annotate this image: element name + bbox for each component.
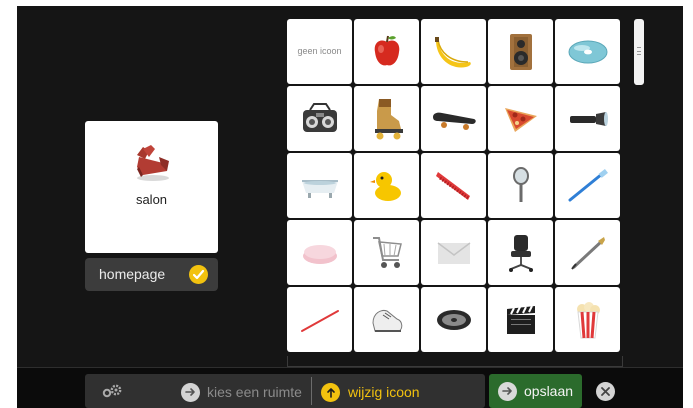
homepage-label: homepage bbox=[99, 266, 166, 282]
arrow-right-icon bbox=[181, 382, 200, 402]
gear-icon[interactable] bbox=[101, 383, 123, 404]
icon-tile-banana[interactable] bbox=[421, 19, 486, 84]
step-choose-room[interactable]: kies een ruimte bbox=[181, 382, 302, 402]
shopping-cart-icon bbox=[372, 236, 402, 268]
flashlight-icon bbox=[569, 111, 608, 126]
step-change-icon[interactable]: wijzig icoon bbox=[321, 382, 420, 402]
close-icon[interactable] bbox=[596, 382, 615, 401]
icon-tile-pencil[interactable] bbox=[287, 287, 352, 352]
icon-tile-none[interactable]: geen icoon bbox=[287, 19, 352, 84]
icon-tile-comb[interactable] bbox=[421, 153, 486, 218]
mirror-icon bbox=[512, 166, 529, 202]
icon-tile-speaker[interactable] bbox=[488, 19, 553, 84]
clapperboard-icon bbox=[506, 305, 535, 334]
step-choose-room-label: kies een ruimte bbox=[207, 384, 302, 400]
envelope-icon bbox=[437, 241, 470, 264]
step-divider bbox=[311, 377, 312, 405]
homepage-toggle[interactable]: homepage bbox=[85, 258, 218, 291]
checkmark-icon bbox=[189, 265, 208, 284]
icon-tile-roller-skate[interactable] bbox=[354, 86, 419, 151]
icon-tile-office-chair[interactable] bbox=[488, 220, 553, 285]
icon-grid: geen icoon bbox=[287, 19, 623, 356]
office-chair-icon bbox=[508, 234, 533, 272]
icon-tile-cd[interactable] bbox=[555, 19, 620, 84]
no-icon-label: geen icoon bbox=[297, 46, 342, 56]
banana-icon bbox=[434, 36, 471, 67]
icon-tile-soap[interactable] bbox=[287, 220, 352, 285]
grid-scrollbar[interactable] bbox=[634, 19, 644, 85]
icon-tile-mirror[interactable] bbox=[488, 153, 553, 218]
pizza-slice-icon bbox=[504, 107, 537, 132]
speaker-icon bbox=[509, 33, 532, 70]
icon-tile-shopping-cart[interactable] bbox=[354, 220, 419, 285]
icon-tile-film-reel[interactable] bbox=[421, 287, 486, 352]
apple-icon bbox=[374, 35, 399, 65]
rubber-duck-icon bbox=[369, 171, 401, 201]
bottom-toolbar: kies een ruimte wijzig icoon opslaan bbox=[17, 367, 683, 408]
icon-tile-flashlight[interactable] bbox=[555, 86, 620, 151]
skateboard-icon bbox=[432, 112, 476, 130]
icon-tile-bathtub[interactable] bbox=[287, 153, 352, 218]
armchair-icon bbox=[137, 145, 169, 181]
fountain-pen-icon bbox=[570, 236, 605, 270]
icon-tile-boombox[interactable] bbox=[287, 86, 352, 151]
icon-tile-skateboard[interactable] bbox=[421, 86, 486, 151]
icon-tile-rubber-duck[interactable] bbox=[354, 153, 419, 218]
sneaker-icon bbox=[371, 309, 402, 332]
app-screen: salon homepage geen icoon kies een ruimt… bbox=[17, 6, 683, 408]
roller-skate-icon bbox=[374, 98, 403, 139]
icon-tile-pizza[interactable] bbox=[488, 86, 553, 151]
icon-tile-clapperboard[interactable] bbox=[488, 287, 553, 352]
grid-bottom-edge bbox=[287, 356, 623, 367]
icon-tile-apple[interactable] bbox=[354, 19, 419, 84]
film-reel-icon bbox=[436, 309, 471, 330]
icon-tile-popcorn[interactable] bbox=[555, 287, 620, 352]
pencil-icon bbox=[300, 309, 339, 332]
icon-tile-toothbrush[interactable] bbox=[555, 153, 620, 218]
icon-tile-fountain-pen[interactable] bbox=[555, 220, 620, 285]
arrow-up-icon bbox=[321, 382, 340, 402]
room-name: salon bbox=[135, 192, 168, 207]
save-button[interactable]: opslaan bbox=[489, 374, 582, 408]
step-change-icon-label: wijzig icoon bbox=[348, 384, 420, 400]
bathtub-icon bbox=[301, 179, 338, 198]
toothbrush-icon bbox=[568, 168, 608, 201]
wizard-steps: kies een ruimte wijzig icoon bbox=[85, 374, 485, 408]
soap-bar-icon bbox=[302, 244, 337, 264]
popcorn-icon bbox=[576, 301, 600, 338]
room-preview-card: salon bbox=[85, 121, 218, 253]
boombox-icon bbox=[302, 102, 337, 132]
icon-tile-envelope[interactable] bbox=[421, 220, 486, 285]
icon-tile-sneaker[interactable] bbox=[354, 287, 419, 352]
cd-disc-icon bbox=[568, 40, 607, 63]
scrollbar-grip bbox=[637, 47, 641, 55]
arrow-right-icon bbox=[498, 381, 517, 401]
save-button-label: opslaan bbox=[524, 383, 574, 399]
comb-icon bbox=[435, 171, 470, 200]
